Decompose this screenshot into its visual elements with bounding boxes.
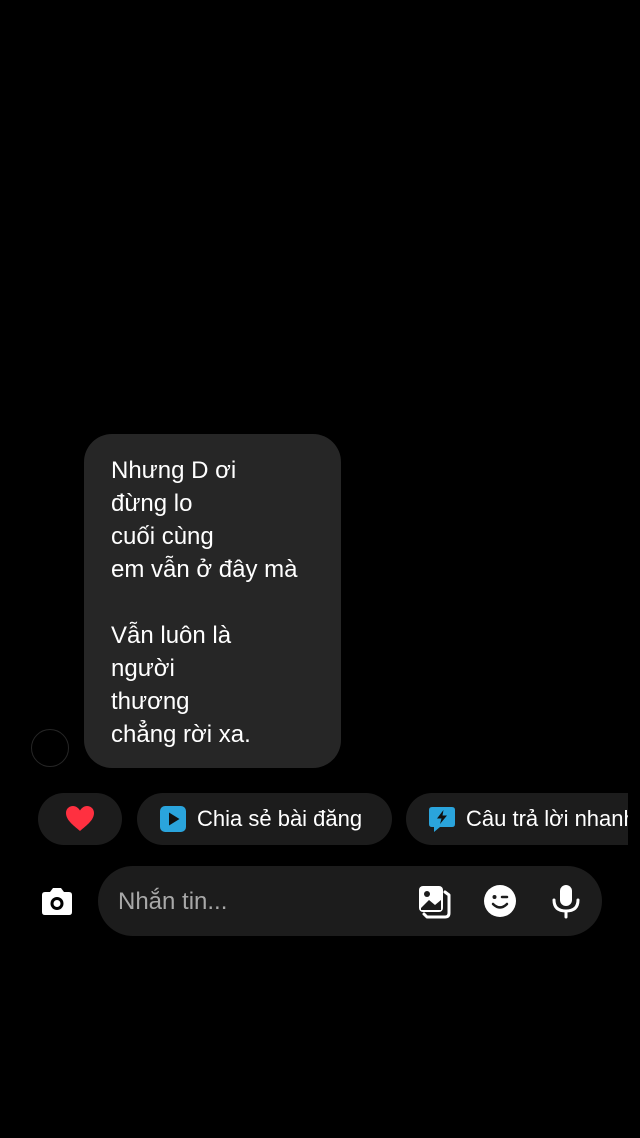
message-line-blank [111, 586, 331, 619]
message-line: thương [111, 688, 190, 715]
message-input[interactable]: Nhắn tin... [118, 888, 227, 916]
message-line: em vẫn ở đây mà [111, 556, 298, 583]
sticker-icon[interactable] [482, 883, 518, 919]
heart-react-button[interactable] [38, 793, 122, 845]
message-line: cuối cùng [111, 523, 214, 550]
message-line: đừng lo [111, 490, 193, 517]
message-bubble[interactable]: Nhưng D ơi đừng lo cuối cùng em vẫn ở đâ… [84, 434, 341, 768]
quick-reply-button[interactable]: Câu trả lời nhanh [406, 793, 628, 845]
message-line: người [111, 655, 175, 682]
quick-reply-label: Câu trả lời nhanh [466, 806, 628, 831]
share-post-button[interactable]: Chia sẻ bài đăng [137, 793, 392, 845]
message-line: Vẫn luôn là [111, 622, 232, 649]
bolt-speech-icon [429, 807, 455, 832]
message-composer[interactable]: Nhắn tin... [98, 866, 602, 936]
microphone-icon[interactable] [548, 883, 584, 919]
avatar[interactable] [31, 729, 69, 767]
gallery-icon[interactable] [416, 883, 452, 919]
camera-icon[interactable] [38, 883, 76, 921]
share-post-label: Chia sẻ bài đăng [197, 806, 363, 831]
message-line: Nhưng D ơi [111, 457, 237, 484]
message-line: chẳng rời xa. [111, 721, 251, 748]
play-icon [160, 806, 186, 832]
heart-icon [66, 806, 94, 831]
